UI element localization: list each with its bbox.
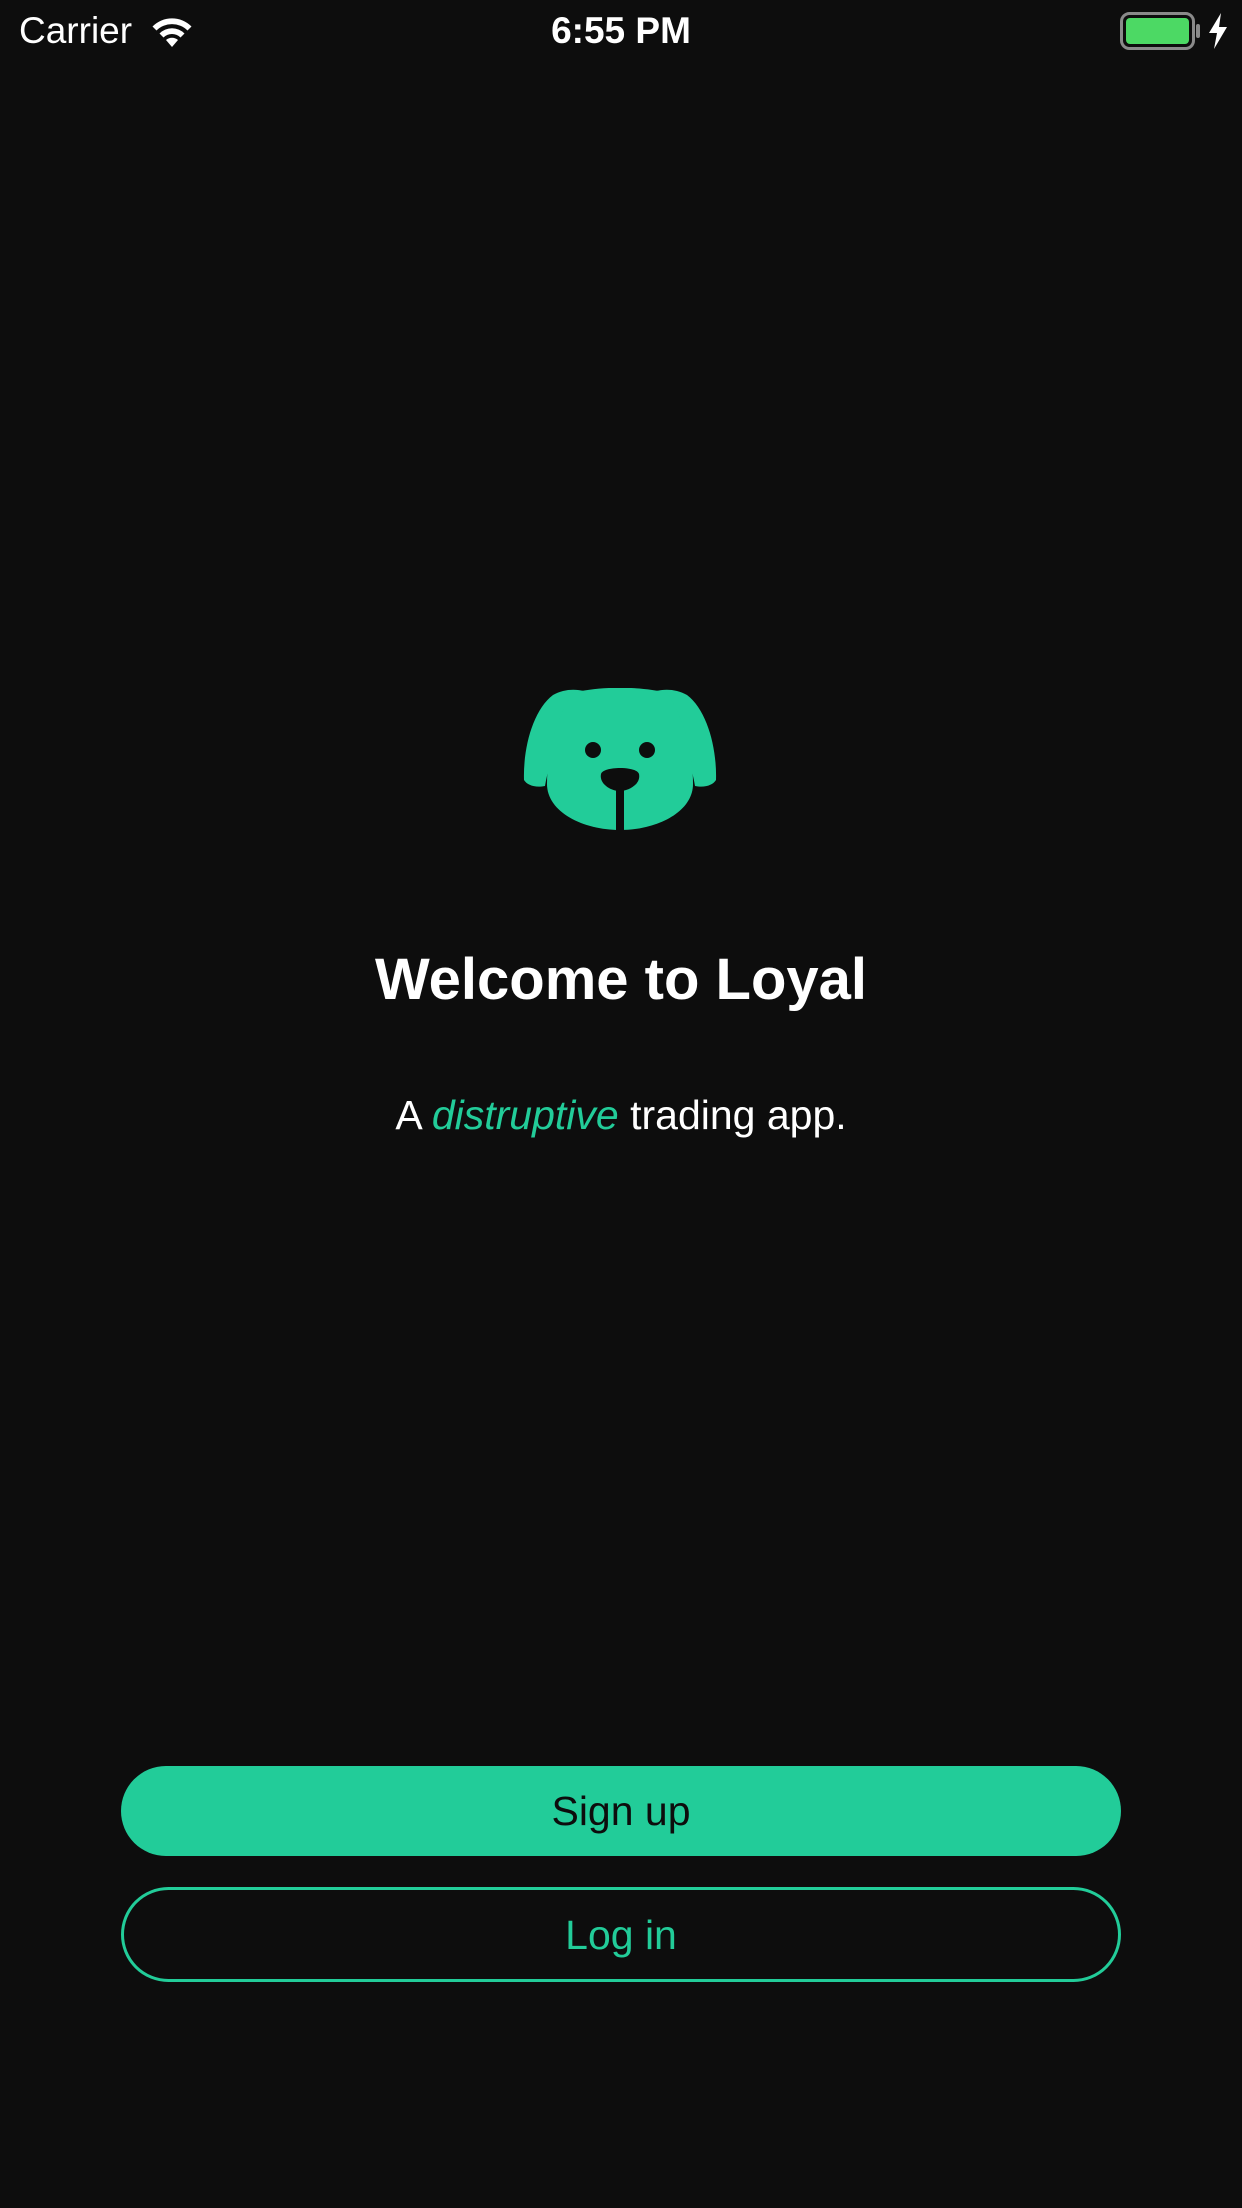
- tagline-suffix: trading app.: [618, 1092, 847, 1138]
- status-time: 6:55 PM: [551, 10, 691, 51]
- charging-bolt-icon: [1209, 13, 1227, 49]
- tagline: A distruptive trading app.: [0, 1090, 1242, 1140]
- dog-face-icon: [523, 688, 717, 830]
- tagline-emphasis: distruptive: [431, 1092, 619, 1138]
- status-bar: Carrier 6:55 PM: [0, 0, 1242, 62]
- welcome-title: Welcome to Loyal: [374, 947, 868, 1012]
- battery-icon: [1120, 12, 1200, 50]
- signup-button[interactable]: Sign up: [121, 1766, 1121, 1856]
- tagline-prefix: A: [395, 1092, 432, 1138]
- login-button[interactable]: Log in: [121, 1887, 1121, 1982]
